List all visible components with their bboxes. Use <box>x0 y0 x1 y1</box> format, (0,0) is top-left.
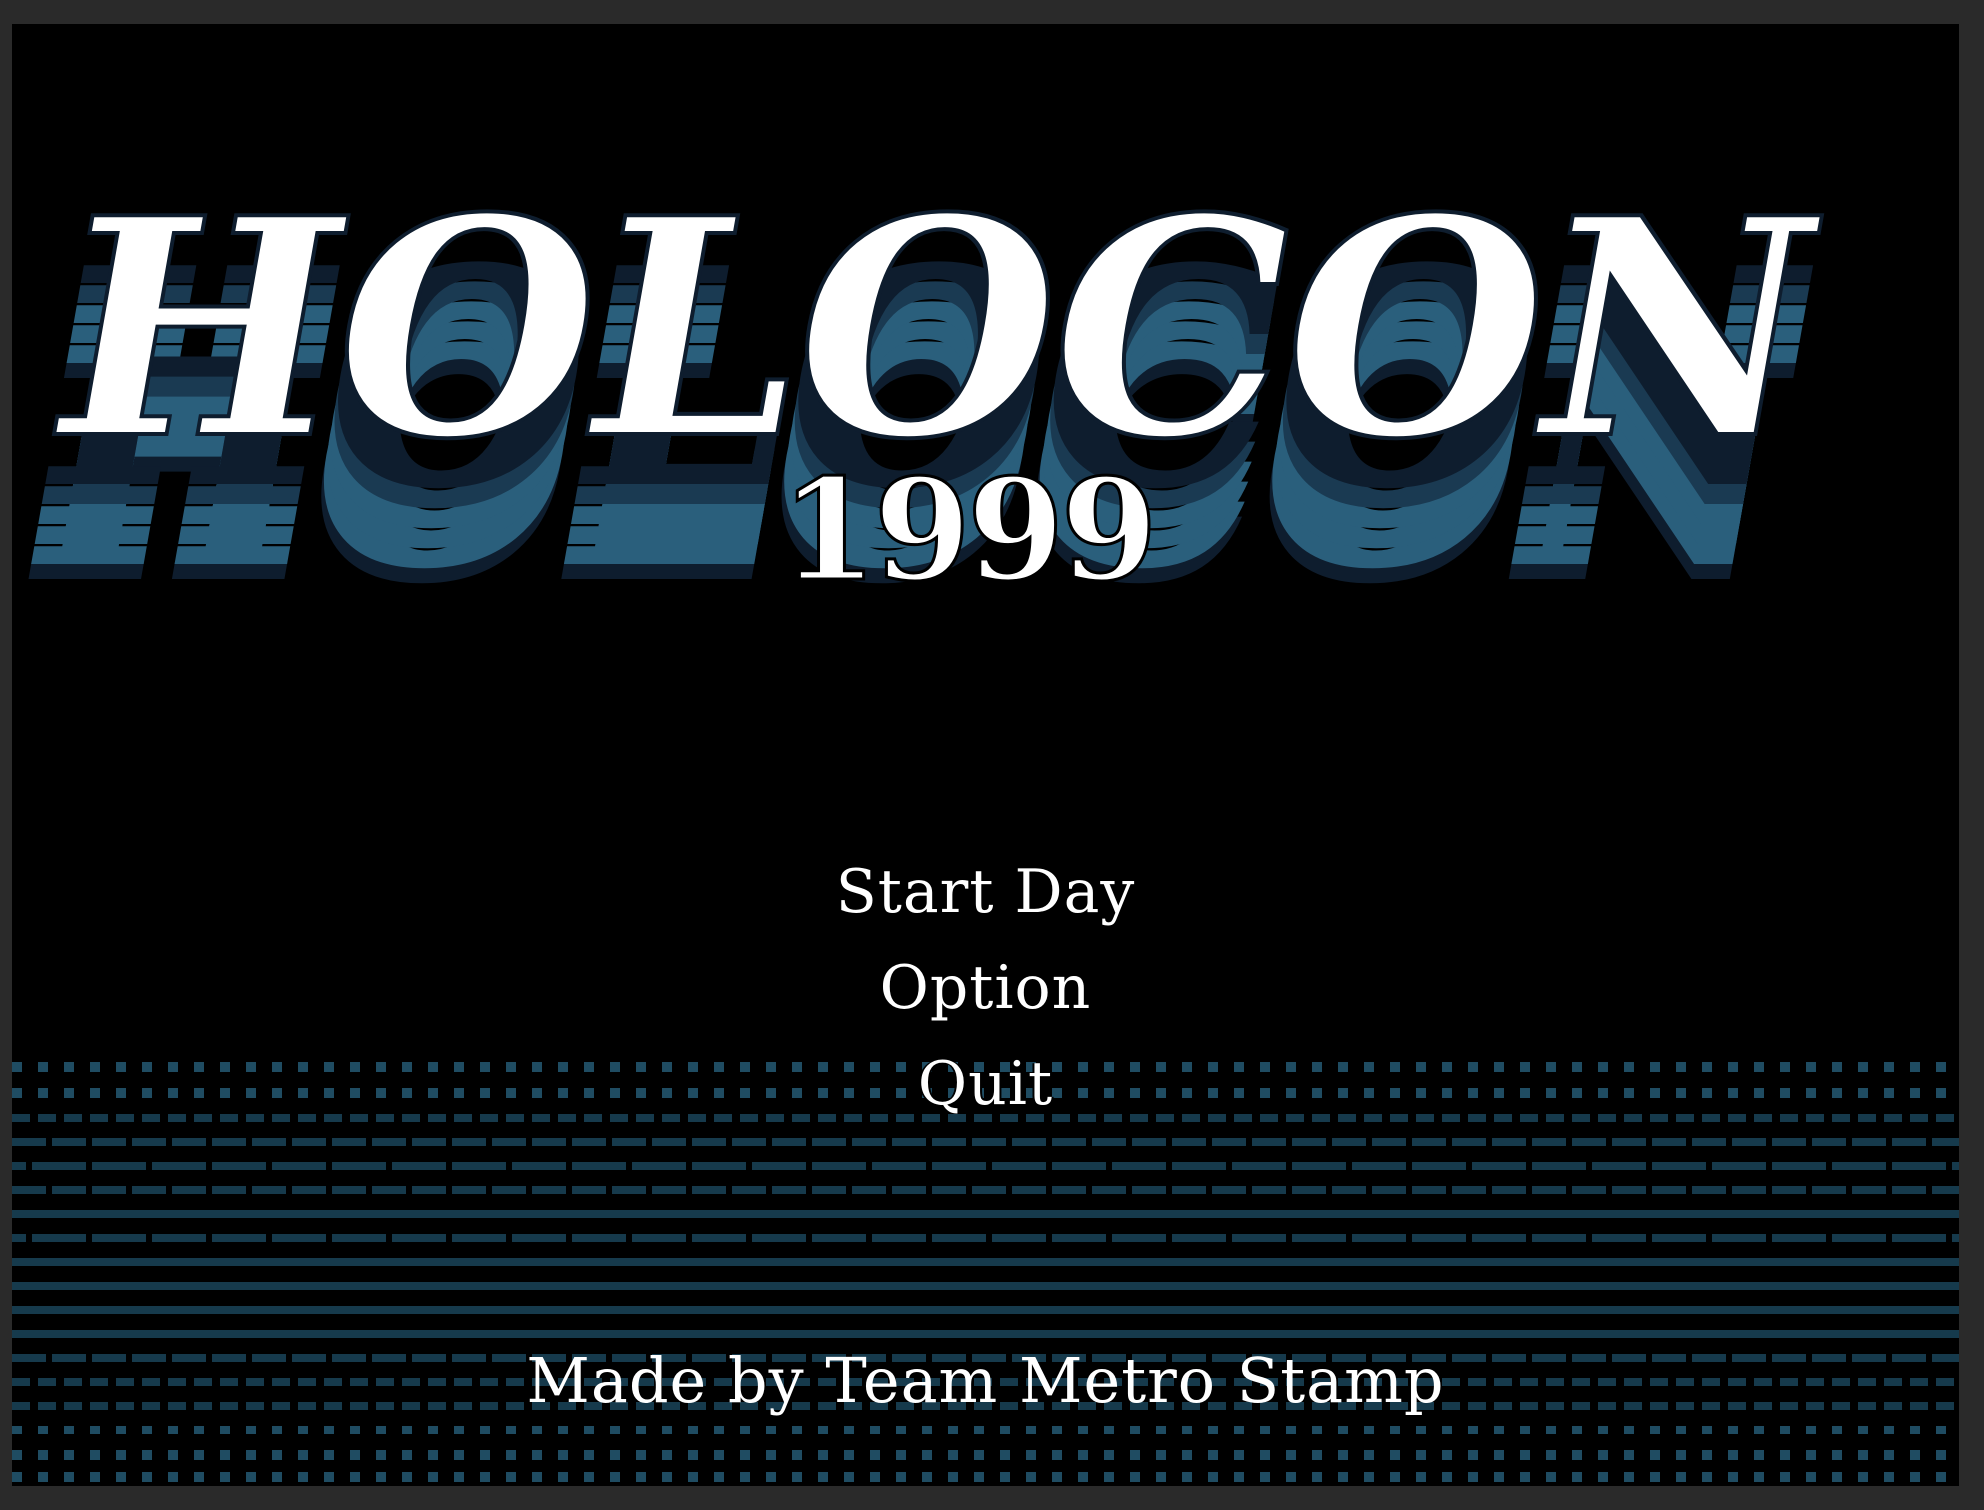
title-logo-art: HOLOCON HOLOCON HOLOCON HOLOCON HOLOCON … <box>12 151 1841 650</box>
credits-text: Made by Team Metro Stamp <box>526 1344 1445 1417</box>
start-day-button[interactable]: Start Day <box>836 844 1136 940</box>
main-menu: Start Day Option Quit <box>12 844 1959 1132</box>
game-window: HOLOCON HOLOCON HOLOCON HOLOCON HOLOCON … <box>12 24 1959 1486</box>
quit-button[interactable]: Quit <box>918 1036 1053 1132</box>
game-year: 1999 <box>780 449 1154 613</box>
title-logo: HOLOCON HOLOCON HOLOCON HOLOCON HOLOCON … <box>12 24 1959 684</box>
option-button[interactable]: Option <box>880 940 1092 1036</box>
